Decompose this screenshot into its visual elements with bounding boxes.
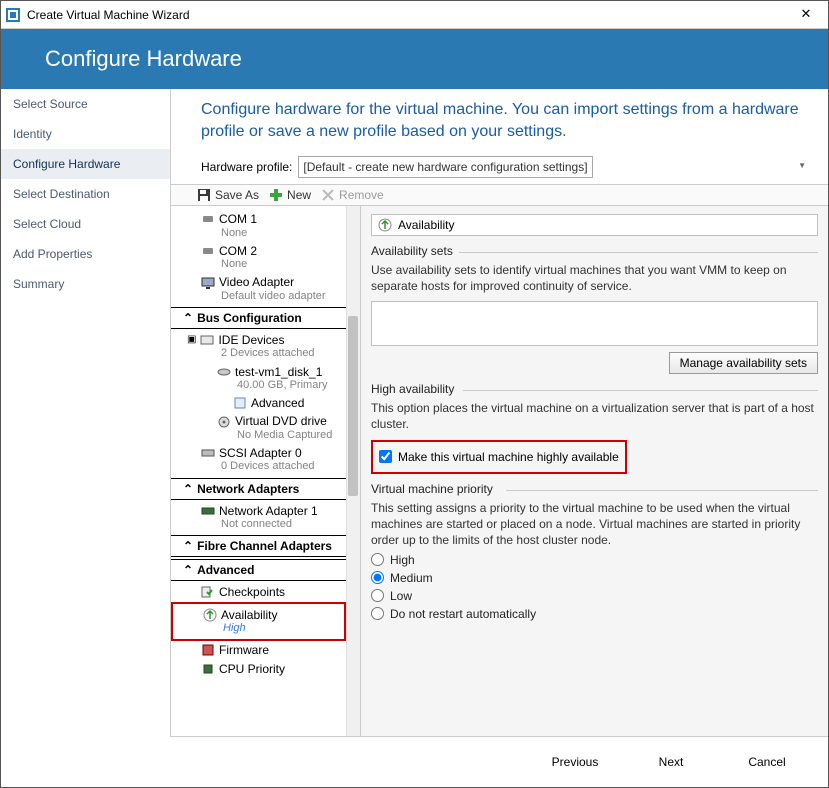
ha-checkbox-row[interactable]: Make this virtual machine highly availab…: [379, 450, 619, 464]
content: COM 1 None COM 2 None Video Adapter Defa…: [171, 206, 828, 737]
disk-icon: [217, 365, 231, 379]
expand-icon: ▣: [187, 334, 196, 346]
tree-video-adapter[interactable]: Video Adapter Default video adapter: [171, 273, 360, 305]
hardware-profile-select[interactable]: [Default - create new hardware configura…: [298, 156, 593, 178]
app-icon: [5, 7, 21, 23]
section-fibre-channel[interactable]: ⌃Fibre Channel Adapters: [171, 535, 346, 557]
serial-port-icon: [201, 212, 215, 226]
step-configure-hardware[interactable]: Configure Hardware: [1, 149, 170, 179]
tree-network-adapter-1[interactable]: Network Adapter 1 Not connected: [171, 502, 360, 534]
tree-com2[interactable]: COM 2 None: [171, 242, 360, 274]
save-as-button[interactable]: Save As: [197, 188, 259, 202]
hardware-profile-row: Hardware profile: [Default - create new …: [171, 152, 828, 184]
availability-sets-list[interactable]: [371, 301, 818, 346]
availability-icon: [378, 218, 392, 232]
step-select-source[interactable]: Select Source: [1, 89, 170, 119]
body: Select Source Identity Configure Hardwar…: [1, 89, 828, 737]
priority-low[interactable]: Low: [371, 589, 818, 603]
close-button[interactable]: ✕: [788, 1, 824, 29]
collapse-icon: ⌃: [183, 539, 193, 553]
vm-priority-radios: High Medium Low Do not restart automatic…: [371, 553, 818, 621]
tree-ide-devices[interactable]: ▣IDE Devices 2 Devices attached: [171, 331, 360, 363]
detail-panel: Availability Availability sets Use avail…: [361, 206, 828, 736]
scrollbar-thumb[interactable]: [348, 316, 358, 496]
next-button[interactable]: Next: [628, 755, 714, 769]
plus-icon: [269, 188, 283, 202]
ide-icon: [200, 333, 214, 347]
tree-advanced-disk[interactable]: Advanced: [171, 394, 360, 412]
footer: Previous Next Cancel: [1, 737, 828, 787]
tree-firmware[interactable]: Firmware: [171, 641, 360, 659]
priority-medium[interactable]: Medium: [371, 571, 818, 585]
x-icon: [321, 188, 335, 202]
section-bus-configuration[interactable]: ⌃Bus Configuration: [171, 307, 346, 329]
priority-no-restart[interactable]: Do not restart automatically: [371, 607, 818, 621]
step-identity[interactable]: Identity: [1, 119, 170, 149]
tree-disk-1[interactable]: test-vm1_disk_1 40.00 GB, Primary: [171, 363, 360, 395]
cpu-icon: [201, 662, 215, 676]
tree-availability[interactable]: Availability High: [173, 606, 344, 638]
advanced-icon: [233, 396, 247, 410]
previous-button[interactable]: Previous: [532, 755, 618, 769]
checkpoints-icon: [201, 585, 215, 599]
availability-sets-desc: Use availability sets to identify virtua…: [371, 262, 818, 294]
main-panel: Configure hardware for the virtual machi…: [171, 89, 828, 737]
title-bar: Create Virtual Machine Wizard ✕: [1, 1, 828, 29]
priority-high[interactable]: High: [371, 553, 818, 567]
section-network-adapters[interactable]: ⌃Network Adapters: [171, 478, 346, 500]
vm-priority-desc: This setting assigns a priority to the v…: [371, 500, 818, 549]
highlight-ha-checkbox: Make this virtual machine highly availab…: [371, 440, 627, 474]
cancel-button[interactable]: Cancel: [724, 755, 810, 769]
section-advanced[interactable]: ⌃Advanced: [171, 559, 346, 581]
step-select-destination[interactable]: Select Destination: [1, 179, 170, 209]
banner: Configure Hardware: [1, 29, 828, 89]
new-button[interactable]: New: [269, 188, 311, 202]
remove-button: Remove: [321, 188, 384, 202]
legend-availability-sets: Availability sets: [371, 244, 818, 258]
high-availability-desc: This option places the virtual machine o…: [371, 400, 818, 432]
highlight-availability: Availability High: [171, 602, 346, 642]
tree-checkpoints[interactable]: Checkpoints: [171, 583, 360, 601]
step-select-cloud[interactable]: Select Cloud: [1, 209, 170, 239]
collapse-icon: ⌃: [183, 482, 193, 496]
scrollbar[interactable]: [346, 206, 360, 736]
collapse-icon: ⌃: [183, 311, 193, 325]
floppy-icon: [197, 188, 211, 202]
main-summary: Configure hardware for the virtual machi…: [171, 89, 828, 152]
tree-cpu-priority[interactable]: CPU Priority: [171, 660, 360, 678]
step-add-properties[interactable]: Add Properties: [1, 239, 170, 269]
manage-availability-sets-button[interactable]: Manage availability sets: [669, 352, 818, 374]
scsi-icon: [201, 446, 215, 460]
toolbar: Save As New Remove: [171, 184, 828, 206]
step-summary[interactable]: Summary: [1, 269, 170, 299]
dvd-icon: [217, 415, 231, 429]
wizard-steps: Select Source Identity Configure Hardwar…: [1, 89, 171, 737]
hardware-tree[interactable]: COM 1 None COM 2 None Video Adapter Defa…: [171, 206, 361, 736]
legend-high-availability: High availability: [371, 382, 818, 396]
nic-icon: [201, 504, 215, 518]
monitor-icon: [201, 276, 215, 290]
page-title: Configure Hardware: [45, 46, 242, 72]
collapse-icon: ⌃: [183, 563, 193, 577]
window-title: Create Virtual Machine Wizard: [27, 8, 788, 22]
chevron-down-icon: ▼: [798, 161, 806, 170]
tree-scsi-adapter[interactable]: SCSI Adapter 0 0 Devices attached: [171, 444, 360, 476]
hardware-profile-label: Hardware profile:: [201, 160, 292, 174]
tree-com1[interactable]: COM 1 None: [171, 210, 360, 242]
ha-checkbox[interactable]: [379, 450, 392, 463]
legend-vm-priority: Virtual machine priority: [371, 482, 818, 496]
availability-icon: [203, 608, 217, 622]
tree-virtual-dvd[interactable]: Virtual DVD drive No Media Captured: [171, 412, 360, 444]
firmware-icon: [201, 643, 215, 657]
detail-header: Availability: [371, 214, 818, 236]
serial-port-icon: [201, 244, 215, 258]
